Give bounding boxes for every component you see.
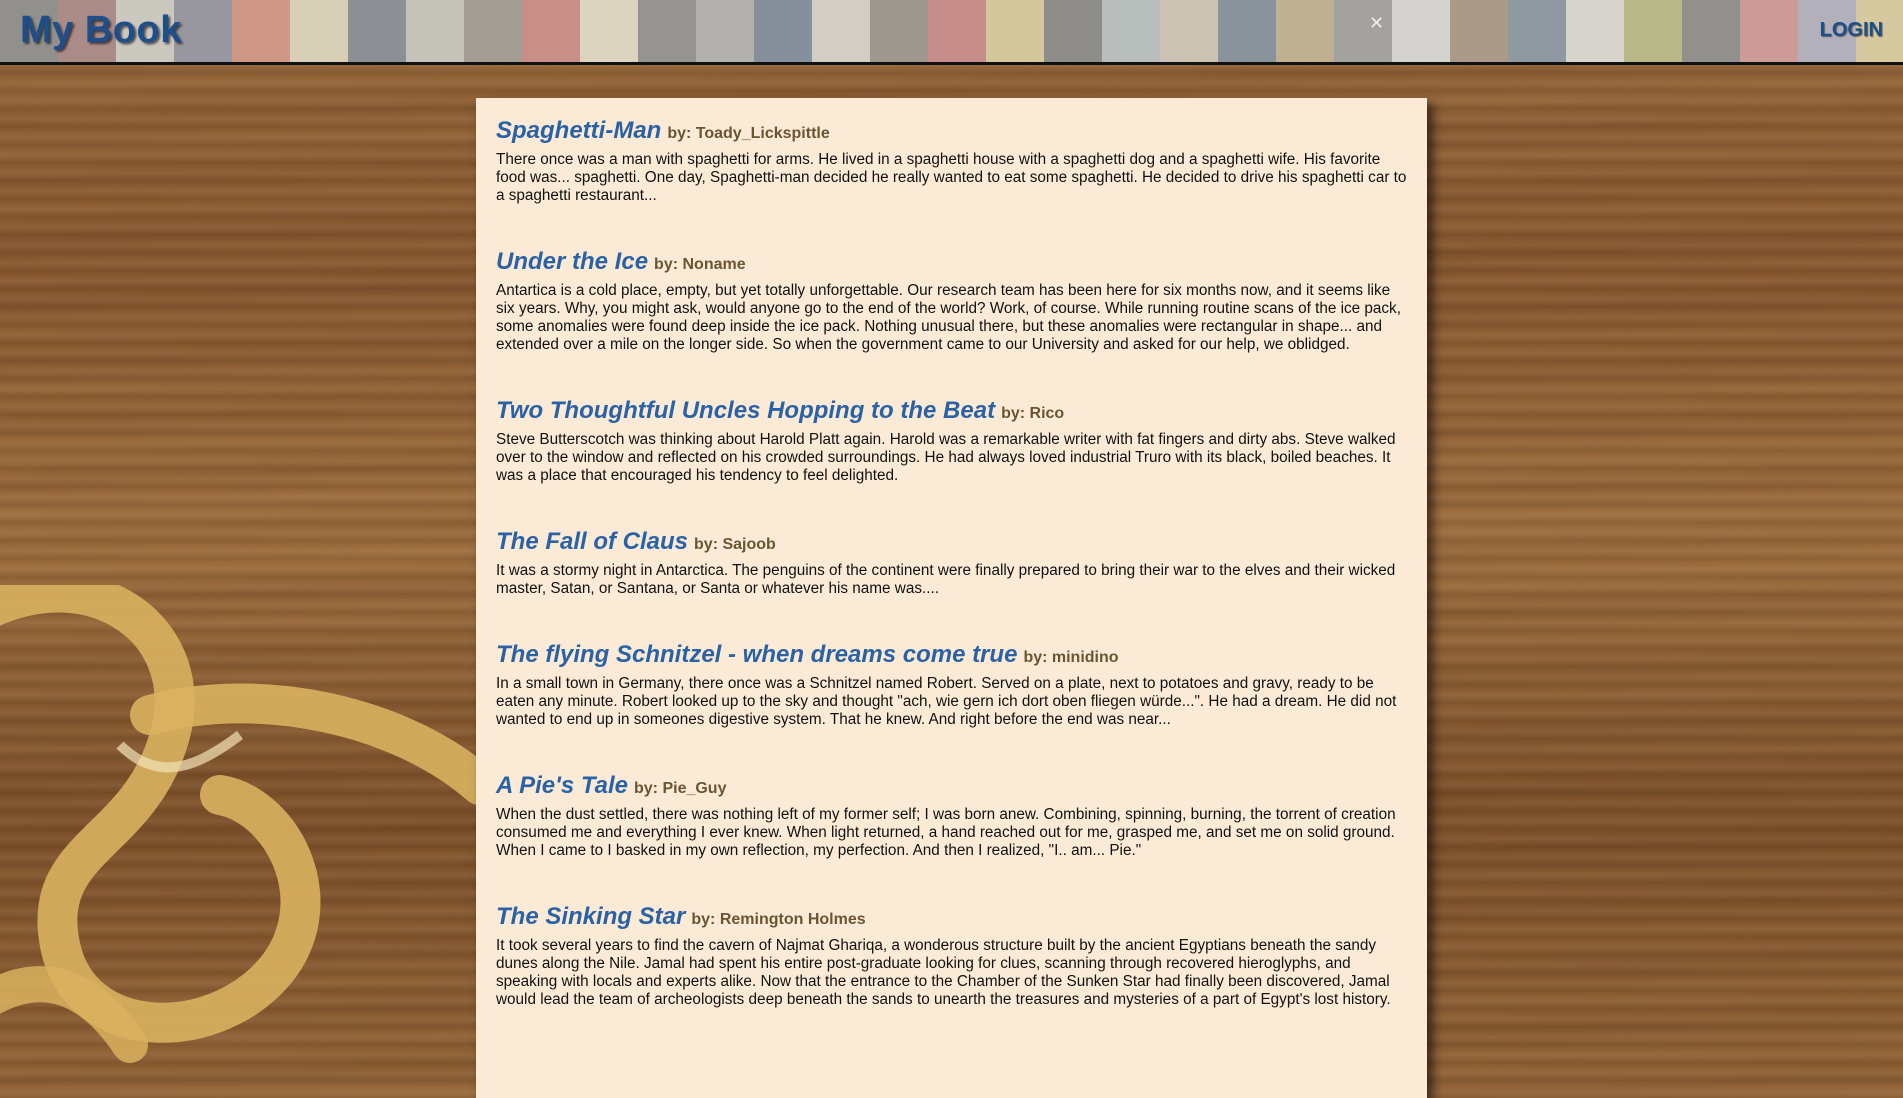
story-header: A Pie's Tale by: Pie_Guy [496, 773, 1407, 802]
story-excerpt: It was a stormy night in Antarctica. The… [496, 562, 1396, 597]
story-author: by: Pie_Guy [634, 780, 727, 797]
story-title-link[interactable]: Spaghetti-Man [496, 117, 661, 144]
story-excerpt: There once was a man with spaghetti for … [496, 151, 1407, 204]
site-header: ✕ My Book LOGIN [0, 0, 1903, 65]
story-title-link[interactable]: Two Thoughtful Uncles Hopping to the Bea… [496, 397, 995, 424]
story-header: Spaghetti-Man by: Toady_Lickspittle [496, 118, 1407, 147]
story-header: Under the Ice by: Noname [496, 249, 1407, 278]
story-excerpt: Steve Butterscotch was thinking about Ha… [496, 431, 1396, 484]
story-excerpt: Antartica is a cold place, empty, but ye… [496, 282, 1401, 353]
story-header: The Fall of Claus by: Sajoob [496, 529, 1407, 558]
story-title-link[interactable]: The flying Schnitzel - when dreams come … [496, 641, 1017, 668]
story-excerpt: In a small town in Germany, there once w… [496, 675, 1397, 728]
story-excerpt: When the dust settled, there was nothing… [496, 806, 1396, 859]
story-author: by: minidino [1023, 649, 1119, 666]
story-author: by: Remington Holmes [691, 911, 866, 928]
story-item: Under the Ice by: Noname Antartica is a co… [496, 249, 1407, 354]
story-item: The Fall of Claus by: Sajoob It was a stor… [496, 529, 1407, 598]
site-logo[interactable]: My Book [20, 9, 182, 52]
story-header: Two Thoughtful Uncles Hopping to the Bea… [496, 398, 1407, 427]
story-header: The Sinking Star by: Remington Holmes [496, 904, 1407, 933]
story-title-link[interactable]: Under the Ice [496, 248, 648, 275]
story-title-link[interactable]: The Sinking Star [496, 903, 685, 930]
story-author: by: Noname [654, 256, 746, 273]
story-excerpt: It took several years to find the cavern… [496, 937, 1391, 1008]
story-header: The flying Schnitzel - when dreams come … [496, 642, 1407, 671]
story-author: by: Toady_Lickspittle [667, 125, 830, 142]
story-title-link[interactable]: The Fall of Claus [496, 528, 688, 555]
login-link[interactable]: LOGIN [1820, 19, 1883, 42]
story-item: Spaghetti-Man by: Toady_Lickspittle There … [496, 118, 1407, 205]
story-item: The Sinking Star by: Remington Holmes It t… [496, 904, 1407, 1009]
story-item: Two Thoughtful Uncles Hopping to the Bea… [496, 398, 1407, 485]
story-author: by: Rico [1001, 405, 1065, 422]
banner-overlay [0, 0, 1903, 62]
story-author: by: Sajoob [694, 536, 776, 553]
close-icon: ✕ [1369, 13, 1385, 33]
story-title-link[interactable]: A Pie's Tale [496, 772, 628, 799]
story-list-panel: Spaghetti-Man by: Toady_Lickspittle There … [476, 98, 1427, 1098]
decorative-pretzel-graphic [0, 585, 480, 1063]
story-item: A Pie's Tale by: Pie_Guy When the dust set… [496, 773, 1407, 860]
story-item: The flying Schnitzel - when dreams come … [496, 642, 1407, 729]
